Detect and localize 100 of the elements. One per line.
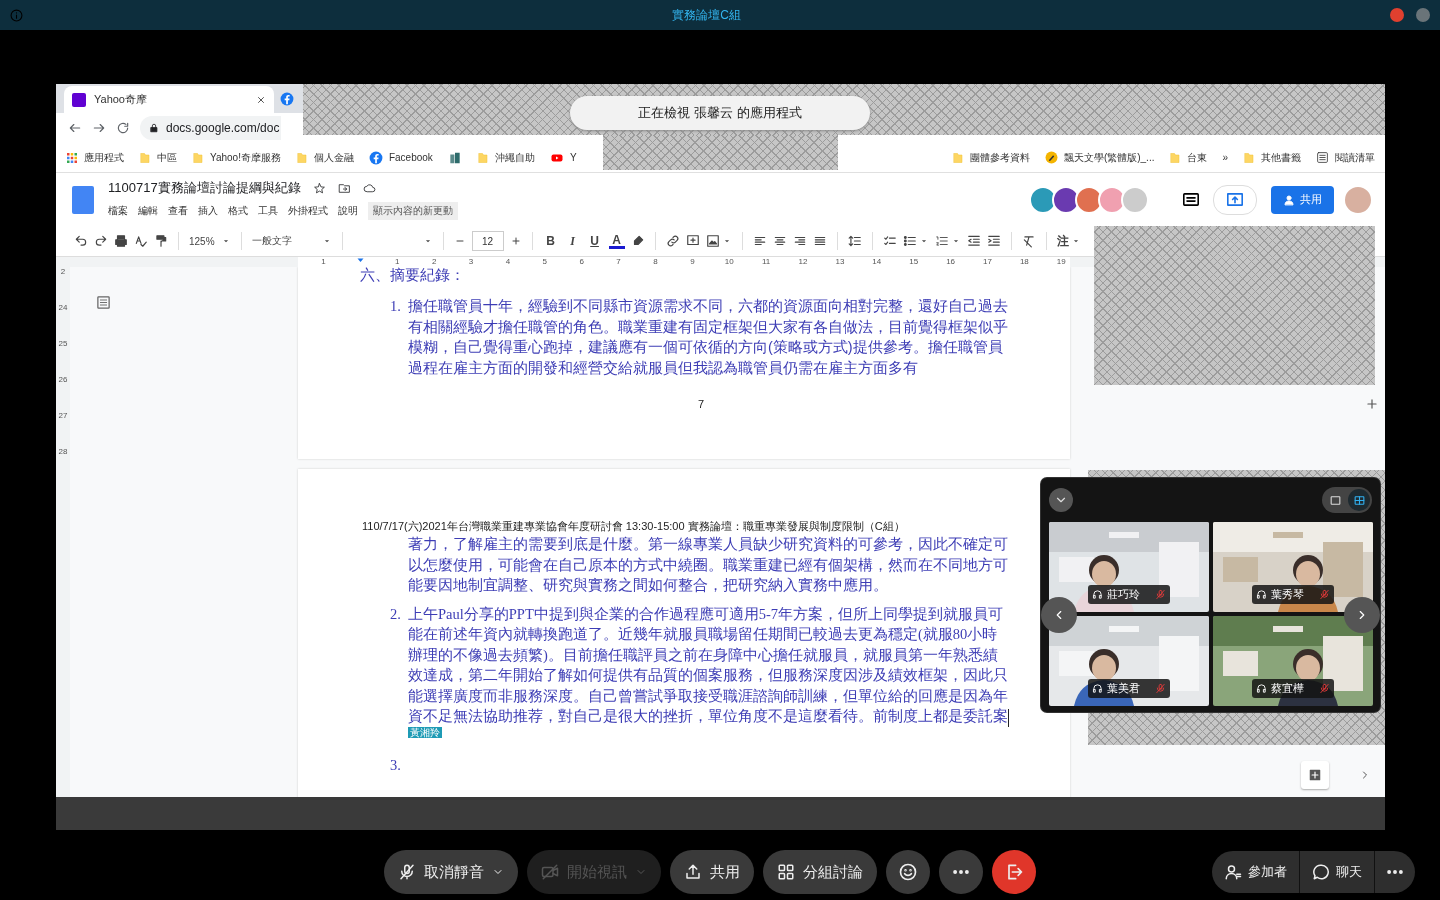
grid-icon (1352, 493, 1366, 507)
bookmark[interactable]: Yahoo!奇摩服務 (192, 150, 281, 165)
zoom-dropdown[interactable]: 125% (189, 230, 231, 252)
document-title[interactable]: 1100717實務論壇討論提綱與紀錄 (108, 179, 301, 197)
bookmark[interactable]: 閱讀清單 (1316, 150, 1375, 165)
browser-tab[interactable]: Yahoo奇摩 (64, 86, 274, 113)
back-icon (68, 121, 82, 135)
bold-button[interactable]: B (542, 231, 559, 251)
ruler-number: 5 (541, 257, 548, 267)
avatar[interactable] (1075, 185, 1103, 214)
reaction-button[interactable] (886, 850, 930, 894)
chat-button[interactable]: 聊天 (1300, 851, 1375, 893)
ruler-number: 6 (578, 257, 585, 267)
previous-button[interactable] (1041, 597, 1077, 633)
ruler-number: 10 (723, 257, 735, 267)
menu-item[interactable]: 編輯 (138, 204, 158, 218)
ruler-number: 8 (652, 257, 659, 267)
menu-item[interactable]: 說明 (338, 204, 358, 218)
bookmark[interactable]: 個人金融 (295, 150, 354, 165)
ruler-number: 14 (871, 257, 883, 267)
squares-icon (777, 863, 795, 881)
lock-icon (149, 123, 159, 133)
ruler-number: 25 (58, 339, 68, 348)
record-indicator[interactable] (1390, 8, 1404, 22)
underline-button[interactable]: U (586, 231, 603, 251)
ruler-number: 16 (945, 257, 957, 267)
menu-item[interactable]: 外掛程式 (288, 204, 328, 218)
ruler-number: 4 (504, 257, 512, 267)
ruler-number: 11 (760, 257, 772, 267)
folder-icon (295, 150, 308, 165)
bookmark[interactable]: Y (549, 151, 577, 164)
ruler-number: 17 (982, 257, 993, 267)
camera-slash-icon (541, 863, 559, 881)
docs-logo[interactable] (72, 185, 94, 214)
menu-item[interactable]: 格式 (228, 204, 248, 218)
close-icon (256, 94, 266, 105)
bookmark[interactable]: 中區 (139, 150, 177, 165)
mute-button[interactable]: 取消靜音 (384, 850, 518, 894)
numbered-list-icon (934, 234, 949, 248)
menu-item[interactable]: 檔案 (108, 204, 128, 218)
bookmark[interactable]: 其他書籤 (1243, 150, 1301, 165)
italic-button[interactable]: I (564, 231, 581, 251)
forward-icon (92, 121, 106, 135)
increase-indent-icon (986, 234, 1001, 248)
ruler-number: 26 (58, 375, 68, 384)
share-button[interactable]: 共用 (1271, 185, 1334, 214)
participants-button[interactable]: 參加者 (1212, 851, 1300, 893)
style-dropdown[interactable]: 一般文字 (251, 230, 332, 252)
bookmark[interactable]: 台東 (1169, 150, 1208, 165)
address-bar[interactable]: docs.google.com/doc (140, 116, 282, 140)
explore-button[interactable] (1301, 761, 1329, 789)
paragraph: 擔任職管員十年，經驗到不同縣市資源需求不同，六都的資源面向相對完整，還好自己過去有相關經驗才擔任職管的角色。職業重建有固定框架但大家有各自做法，目前覺得框架似乎模糊，自己覺得重心跑掉，建議應有一個可依循的方向(策略或方式)提供參考。擔任職管員過程在雇主方面的開發和經營交給就服員但我認為職管員仍需在雇主方面多有 (408, 298, 1008, 376)
clear-formatting-icon (1021, 234, 1036, 248)
menu-item[interactable]: 工具 (258, 204, 278, 218)
folder-icon (139, 150, 151, 165)
link-icon (665, 234, 680, 248)
undo-icon (74, 234, 88, 248)
collaborator-label: 黃湘羚 (408, 726, 442, 738)
align-left-icon (752, 234, 767, 248)
bookmark[interactable]: Facebook (368, 150, 433, 165)
bookmark[interactable]: 飄天文學(繁體版)_... (1044, 150, 1155, 165)
headset-icon (1092, 683, 1103, 694)
plus-icon (1365, 397, 1379, 411)
more-button[interactable] (939, 850, 983, 894)
share-button[interactable]: 共用 (670, 850, 754, 894)
redo-icon (94, 234, 108, 248)
bookmark[interactable]: » (1222, 152, 1228, 163)
ruler-number: 18 (1018, 257, 1030, 267)
menu-item[interactable]: 查看 (168, 204, 188, 218)
bookmark[interactable]: 應用程式 (66, 150, 124, 165)
ruler-number: 13 (834, 257, 846, 267)
checklist-icon (882, 234, 897, 248)
chat-bubble-icon (1312, 863, 1330, 881)
collapse-button[interactable] (1049, 488, 1073, 512)
paint-format-icon (154, 234, 168, 248)
leave-button[interactable] (992, 850, 1036, 894)
text-color-button[interactable]: A (608, 233, 625, 249)
font-size-field[interactable]: 12 (471, 231, 504, 251)
more-dots-icon (1387, 870, 1403, 874)
status-indicator[interactable] (1416, 8, 1430, 22)
ruler-number: 28 (58, 447, 68, 456)
present-button[interactable] (1213, 184, 1257, 215)
smiley-icon (898, 862, 918, 882)
bookmark[interactable]: 團體參考資料 (951, 150, 1030, 165)
grid-view-button[interactable] (1348, 489, 1370, 511)
outline-icon (96, 295, 111, 310)
name-tag: 蔡宜樺 (1252, 679, 1334, 698)
ruler-number: 24 (58, 303, 68, 312)
folder-icon (192, 150, 204, 165)
apps-grid-icon (66, 151, 78, 164)
facebook-icon (280, 91, 294, 106)
line-spacing-icon (847, 234, 862, 248)
breakout-button[interactable]: 分組討論 (763, 850, 877, 894)
input-tools-button[interactable]: 注 (1056, 230, 1081, 252)
ruler-number: 15 (908, 257, 920, 267)
menu-item[interactable]: 插入 (198, 204, 218, 218)
bookmark[interactable]: 沖繩自助 (476, 150, 535, 165)
more-dots-icon (953, 870, 969, 874)
ruler-number: 19 (1055, 257, 1067, 267)
updates-link[interactable]: 顯示內容的新更動 (368, 202, 458, 220)
